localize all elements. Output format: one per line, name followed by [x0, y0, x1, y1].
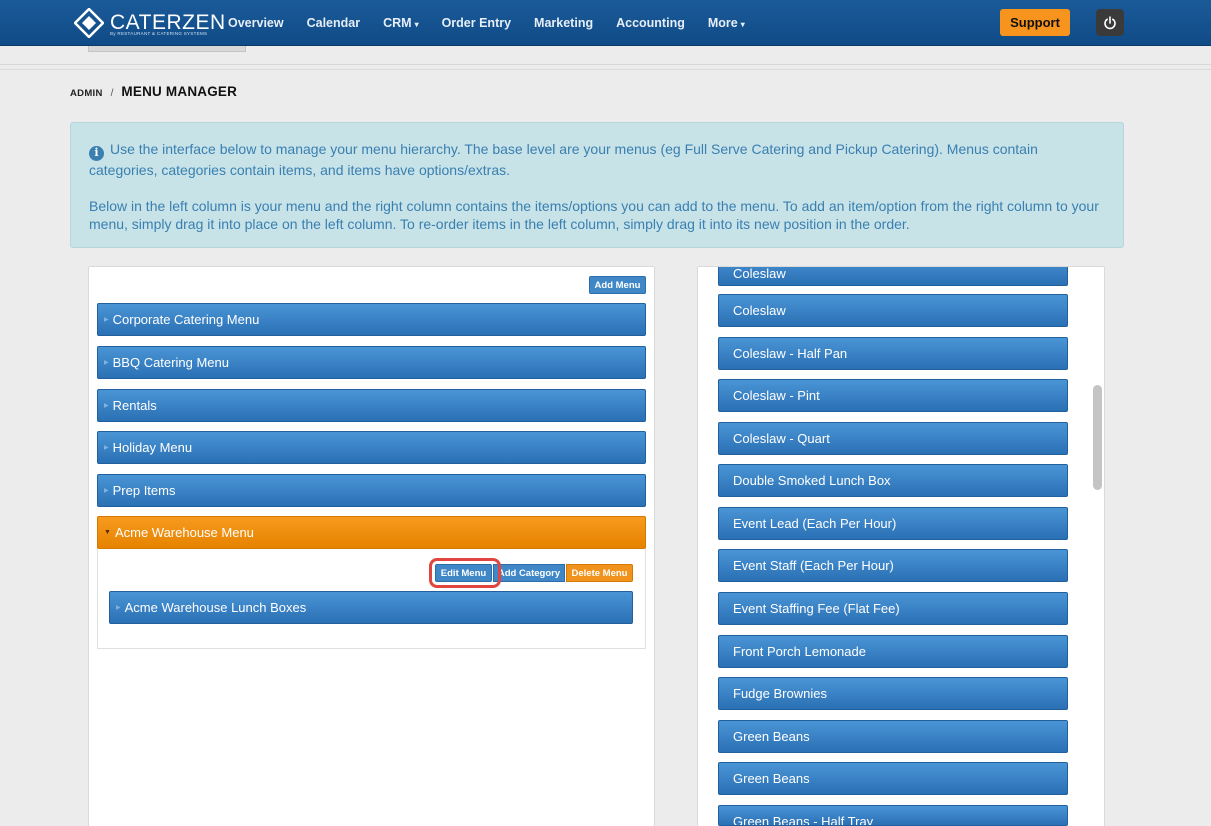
items-scrollbar[interactable] [1091, 268, 1103, 826]
menu-prep-items[interactable]: ▶ Prep Items [97, 474, 646, 507]
highlight-annotation [429, 558, 501, 588]
divider [0, 64, 1211, 65]
info-alert: i Use the interface below to manage your … [70, 122, 1124, 248]
item-coleslaw[interactable]: Coleslaw [718, 294, 1068, 327]
nav-accounting[interactable]: Accounting [616, 16, 685, 30]
divider [0, 69, 1211, 70]
dropdown-remnant [88, 46, 246, 52]
item-event-staffing-fee[interactable]: Event Staffing Fee (Flat Fee) [718, 592, 1068, 625]
item-coleslaw-partial[interactable]: Coleslaw [718, 267, 1068, 286]
add-menu-button[interactable]: Add Menu [589, 276, 646, 294]
expand-arrow-icon: ▶ [104, 403, 109, 409]
item-coleslaw-pint[interactable]: Coleslaw - Pint [718, 379, 1068, 412]
expand-arrow-icon: ▶ [104, 445, 109, 451]
info-paragraph-1: i Use the interface below to manage your … [89, 141, 1038, 178]
nav-more[interactable]: More ▾ [708, 16, 745, 30]
nav-marketing[interactable]: Marketing [534, 16, 593, 30]
info-icon: i [89, 145, 104, 161]
breadcrumb: ADMIN / MENU MANAGER [70, 84, 237, 99]
collapse-arrow-icon: ▼ [104, 529, 111, 536]
add-category-button[interactable]: Add Category [493, 564, 565, 582]
expand-arrow-icon: ▶ [104, 360, 109, 366]
caterzen-logo[interactable]: CATERZEN By RESTAURANT & CATERING SYSTEM… [74, 8, 226, 38]
logout-button[interactable] [1096, 9, 1124, 36]
nav-calendar[interactable]: Calendar [307, 16, 361, 30]
power-icon [1104, 15, 1116, 29]
expand-arrow-icon: ▶ [116, 605, 121, 611]
logo-text: CATERZEN [110, 11, 226, 34]
item-green-beans[interactable]: Green Beans [718, 720, 1068, 753]
menu-rentals[interactable]: ▶ Rentals [97, 389, 646, 422]
breadcrumb-admin[interactable]: ADMIN [70, 88, 103, 99]
item-green-beans-2[interactable]: Green Beans [718, 762, 1068, 795]
item-front-porch-lemonade[interactable]: Front Porch Lemonade [718, 635, 1068, 668]
menu-holiday[interactable]: ▶ Holiday Menu [97, 431, 646, 464]
item-event-lead[interactable]: Event Lead (Each Per Hour) [718, 507, 1068, 540]
nav-overview[interactable]: Overview [228, 16, 284, 30]
breadcrumb-separator: / [110, 88, 114, 99]
item-fudge-brownies[interactable]: Fudge Brownies [718, 677, 1068, 710]
menu-bbq-catering[interactable]: ▶ BBQ Catering Menu [97, 346, 646, 379]
nav-crm[interactable]: CRM ▾ [383, 16, 418, 30]
logo-tagline: By RESTAURANT & CATERING SYSTEMS [110, 31, 208, 36]
category-acme-lunch-boxes[interactable]: ▶ Acme Warehouse Lunch Boxes [109, 591, 633, 624]
item-double-smoked-lunch-box[interactable]: Double Smoked Lunch Box [718, 464, 1068, 497]
item-coleslaw-half-pan[interactable]: Coleslaw - Half Pan [718, 337, 1068, 370]
expand-arrow-icon: ▶ [104, 317, 109, 323]
chevron-down-icon: ▾ [740, 20, 745, 29]
support-button[interactable]: Support [1000, 9, 1070, 36]
item-green-beans-half-tray[interactable]: Green Beans - Half Tray [718, 805, 1068, 826]
scrollbar-thumb[interactable] [1093, 385, 1102, 490]
nav-order-entry[interactable]: Order Entry [442, 16, 511, 30]
main-nav: Overview Calendar CRM ▾ Order Entry Marke… [228, 0, 768, 46]
chevron-down-icon: ▾ [414, 20, 419, 29]
delete-menu-button[interactable]: Delete Menu [566, 564, 633, 582]
item-coleslaw-quart[interactable]: Coleslaw - Quart [718, 422, 1068, 455]
item-event-staff[interactable]: Event Staff (Each Per Hour) [718, 549, 1068, 582]
expand-arrow-icon: ▶ [104, 488, 109, 494]
info-paragraph-2: Below in the left column is your menu an… [89, 197, 1099, 232]
logo-diamond-icon [74, 8, 104, 38]
top-navbar: CATERZEN By RESTAURANT & CATERING SYSTEM… [0, 0, 1211, 46]
page-title: MENU MANAGER [121, 84, 238, 99]
menu-corporate-catering[interactable]: ▶ Corporate Catering Menu [97, 303, 646, 336]
menu-acme-warehouse[interactable]: ▼ Acme Warehouse Menu [97, 516, 646, 549]
